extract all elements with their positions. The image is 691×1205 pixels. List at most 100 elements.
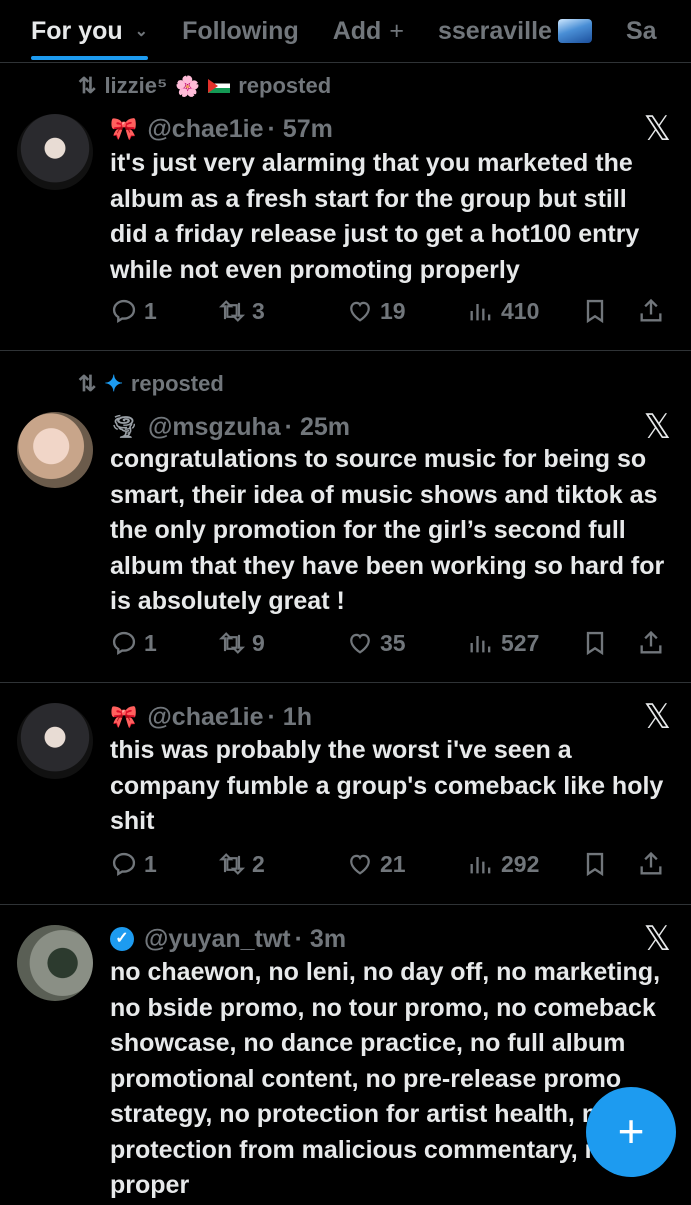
post-time[interactable]: · 57m bbox=[268, 115, 333, 144]
tab-following[interactable]: Following bbox=[182, 0, 299, 62]
post[interactable]: 🎀 @chae1ie · 1h 𝕏 this was probably the … bbox=[0, 683, 691, 905]
repost-suffix: reposted bbox=[130, 371, 224, 396]
view-count: 410 bbox=[501, 297, 540, 324]
reply-button[interactable]: 1 bbox=[110, 629, 218, 657]
user-handle[interactable]: @chae1ie bbox=[147, 115, 263, 144]
views-icon bbox=[467, 850, 495, 878]
tornado-emoji-icon: 🌪 bbox=[110, 414, 138, 439]
post-time[interactable]: · 3m bbox=[295, 925, 346, 954]
post-header: 🎀 @chae1ie · 57m 𝕏 bbox=[110, 109, 671, 149]
bow-emoji-icon: 🎀 bbox=[110, 116, 138, 141]
post-text: it's just very alarming that you markete… bbox=[110, 149, 640, 284]
x-logo-icon: 𝕏 bbox=[643, 110, 671, 148]
reply-count: 1 bbox=[144, 629, 157, 656]
reply-icon bbox=[110, 629, 138, 657]
post-text: this was probably the worst i've seen a … bbox=[110, 736, 664, 835]
x-logo-icon: 𝕏 bbox=[643, 698, 671, 736]
post-header: 🌪 @msgzuha · 25m 𝕏 bbox=[110, 407, 671, 447]
bookmark-icon bbox=[581, 850, 609, 878]
avatar[interactable] bbox=[17, 412, 93, 488]
repost-suffix: reposted bbox=[238, 73, 332, 98]
repost-icon: ⇅ bbox=[78, 73, 97, 98]
bookmark-button[interactable] bbox=[581, 850, 637, 878]
post-actions: 1 9 35 527 bbox=[110, 629, 671, 657]
reply-button[interactable]: 1 bbox=[110, 297, 218, 325]
reply-icon bbox=[110, 850, 138, 878]
x-logo-icon: 𝕏 bbox=[643, 920, 671, 958]
tab-sa[interactable]: Sa bbox=[626, 0, 657, 62]
post-text: congratulations to source music for bein… bbox=[110, 445, 665, 615]
repost-count: 3 bbox=[252, 297, 265, 324]
heart-icon bbox=[346, 850, 374, 878]
tab-for-you[interactable]: For you ⌄ bbox=[31, 0, 149, 62]
reply-icon bbox=[110, 297, 138, 325]
tab-sseraville-label: sseraville bbox=[437, 16, 552, 45]
post[interactable]: ⇅ lizzie⁵ 🌸 reposted 🎀 @chae1ie · 57m 𝕏 … bbox=[0, 63, 691, 351]
share-icon bbox=[637, 297, 665, 325]
view-count: 292 bbox=[501, 850, 540, 877]
repost-count: 2 bbox=[252, 850, 265, 877]
views-icon bbox=[467, 297, 495, 325]
like-button[interactable]: 19 bbox=[346, 297, 467, 325]
like-button[interactable]: 35 bbox=[346, 629, 467, 657]
share-button[interactable] bbox=[637, 850, 665, 878]
flower-emoji-icon: 🌸 bbox=[175, 75, 201, 98]
bookmark-icon bbox=[581, 629, 609, 657]
reply-button[interactable]: 1 bbox=[110, 850, 218, 878]
repost-icon: ⇅ bbox=[78, 371, 97, 396]
tab-following-label: Following bbox=[182, 16, 299, 45]
chevron-down-icon[interactable]: ⌄ bbox=[135, 21, 148, 41]
views-button[interactable]: 410 bbox=[467, 297, 581, 325]
repost-indicator: ⇅ ✦ reposted bbox=[78, 371, 224, 397]
repost-by-name[interactable]: lizzie⁵ bbox=[104, 73, 167, 99]
repost-button[interactable]: 2 bbox=[218, 850, 346, 878]
bookmark-button[interactable] bbox=[581, 629, 637, 657]
share-button[interactable] bbox=[637, 629, 665, 657]
avatar[interactable] bbox=[17, 925, 93, 1001]
timeline-tabs: For you ⌄ Following Add + sseraville Sa bbox=[0, 0, 691, 63]
repost-indicator: ⇅ lizzie⁵ 🌸 reposted bbox=[78, 73, 331, 99]
user-handle[interactable]: @yuyan_twt bbox=[144, 925, 291, 954]
user-handle[interactable]: @msgzuha bbox=[148, 413, 281, 442]
post-header: 🎀 @chae1ie · 1h 𝕏 bbox=[110, 697, 671, 737]
tab-add[interactable]: Add + bbox=[333, 0, 404, 62]
post-time[interactable]: · 1h bbox=[268, 703, 312, 732]
bookmark-icon bbox=[581, 297, 609, 325]
plus-icon: + bbox=[389, 16, 404, 45]
share-icon bbox=[637, 850, 665, 878]
repost-icon bbox=[218, 297, 246, 325]
avatar[interactable] bbox=[17, 114, 93, 190]
share-button[interactable] bbox=[637, 297, 665, 325]
heart-icon bbox=[346, 629, 374, 657]
post-header: ✓ @yuyan_twt · 3m 𝕏 bbox=[110, 919, 671, 959]
post-time[interactable]: · 25m bbox=[285, 413, 350, 442]
like-count: 19 bbox=[380, 297, 406, 324]
view-count: 527 bbox=[501, 629, 540, 656]
wave-icon bbox=[557, 19, 592, 43]
reply-count: 1 bbox=[144, 297, 157, 324]
share-icon bbox=[637, 629, 665, 657]
like-count: 35 bbox=[380, 629, 406, 656]
like-count: 21 bbox=[380, 850, 406, 877]
avatar[interactable] bbox=[17, 703, 93, 779]
post[interactable]: ✓ @yuyan_twt · 3m 𝕏 no chaewon, no leni,… bbox=[0, 905, 691, 1205]
bow-emoji-icon: 🎀 bbox=[110, 704, 138, 729]
user-handle[interactable]: @chae1ie bbox=[147, 703, 263, 732]
compose-post-button[interactable]: + bbox=[586, 1087, 676, 1177]
repost-icon bbox=[218, 629, 246, 657]
like-button[interactable]: 21 bbox=[346, 850, 467, 878]
views-button[interactable]: 292 bbox=[467, 850, 581, 878]
post[interactable]: ⇅ ✦ reposted 🌪 @msgzuha · 25m 𝕏 congratu… bbox=[0, 351, 691, 683]
post-actions: 1 2 21 292 bbox=[110, 850, 671, 878]
views-button[interactable]: 527 bbox=[467, 629, 581, 657]
tab-for-you-label: For you bbox=[31, 16, 123, 45]
tab-sseraville[interactable]: sseraville bbox=[438, 0, 592, 62]
repost-button[interactable]: 3 bbox=[218, 297, 346, 325]
post-actions: 1 3 19 410 bbox=[110, 297, 671, 325]
bookmark-button[interactable] bbox=[581, 297, 637, 325]
x-logo-icon: 𝕏 bbox=[643, 408, 671, 446]
repost-button[interactable]: 9 bbox=[218, 629, 346, 657]
flag-icon bbox=[208, 79, 231, 93]
repost-icon bbox=[218, 850, 246, 878]
tab-add-label: Add bbox=[332, 16, 382, 45]
